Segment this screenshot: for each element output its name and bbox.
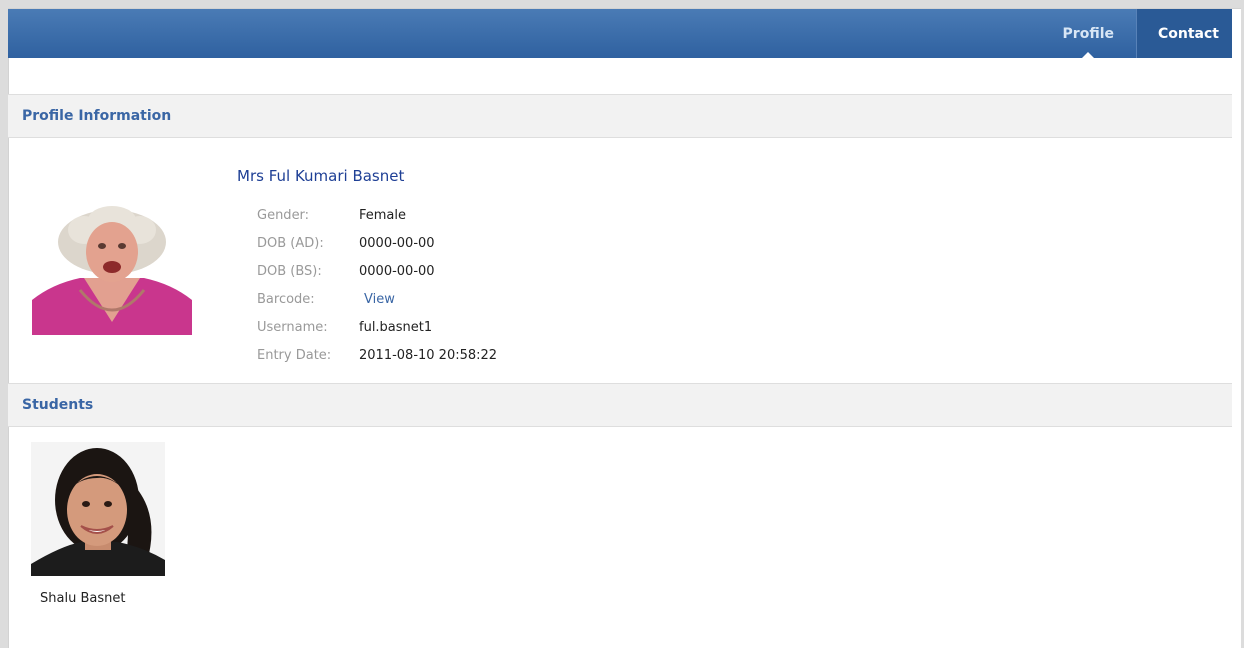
girl-photo-icon xyxy=(31,442,165,576)
dob-ad-label: DOB (AD): xyxy=(257,235,324,251)
elderly-woman-photo-icon xyxy=(32,172,192,335)
detail-row-dob-bs: DOB (BS): 0000-00-00 xyxy=(257,257,497,285)
tab-contact-label: Contact xyxy=(1158,25,1219,42)
dob-bs-value: 0000-00-00 xyxy=(359,263,435,279)
students-section-header: Students xyxy=(8,383,1232,427)
profile-section-header: Profile Information xyxy=(8,94,1232,138)
dob-bs-label: DOB (BS): xyxy=(257,263,322,279)
tab-contact[interactable]: Contact xyxy=(1136,9,1232,58)
nav-tabs: Profile Contact xyxy=(1041,9,1232,58)
detail-row-barcode: Barcode: View xyxy=(257,285,497,313)
barcode-view-link[interactable]: View xyxy=(359,292,395,307)
profile-name: Mrs Ful Kumari Basnet xyxy=(237,167,405,185)
gender-value: Female xyxy=(359,207,407,223)
student-photo[interactable] xyxy=(31,442,165,576)
student-name[interactable]: Shalu Basnet xyxy=(40,591,125,606)
detail-row-username: Username: ful.basnet1 xyxy=(257,313,497,341)
detail-row-dob-ad: DOB (AD): 0000-00-00 xyxy=(257,229,497,257)
tab-profile-label: Profile xyxy=(1062,25,1114,42)
gender-label: Gender: xyxy=(257,207,310,223)
profile-photo xyxy=(32,172,192,335)
dob-ad-value: 0000-00-00 xyxy=(359,235,435,251)
barcode-label: Barcode: xyxy=(257,291,315,307)
detail-row-entry-date: Entry Date: 2011-08-10 20:58:22 xyxy=(257,341,497,369)
top-nav-bar: Profile Contact xyxy=(8,9,1232,58)
students-section-title: Students xyxy=(22,397,94,413)
username-value: ful.basnet1 xyxy=(359,319,433,335)
active-tab-pointer-icon xyxy=(1082,52,1095,58)
profile-details: Gender: Female DOB (AD): 0000-00-00 DOB … xyxy=(257,201,497,369)
profile-section-title: Profile Information xyxy=(22,108,172,124)
entry-date-label: Entry Date: xyxy=(257,347,332,363)
detail-row-gender: Gender: Female xyxy=(257,201,497,229)
tab-profile[interactable]: Profile xyxy=(1041,9,1136,58)
entry-date-value: 2011-08-10 20:58:22 xyxy=(359,347,498,363)
username-label: Username: xyxy=(257,319,328,335)
